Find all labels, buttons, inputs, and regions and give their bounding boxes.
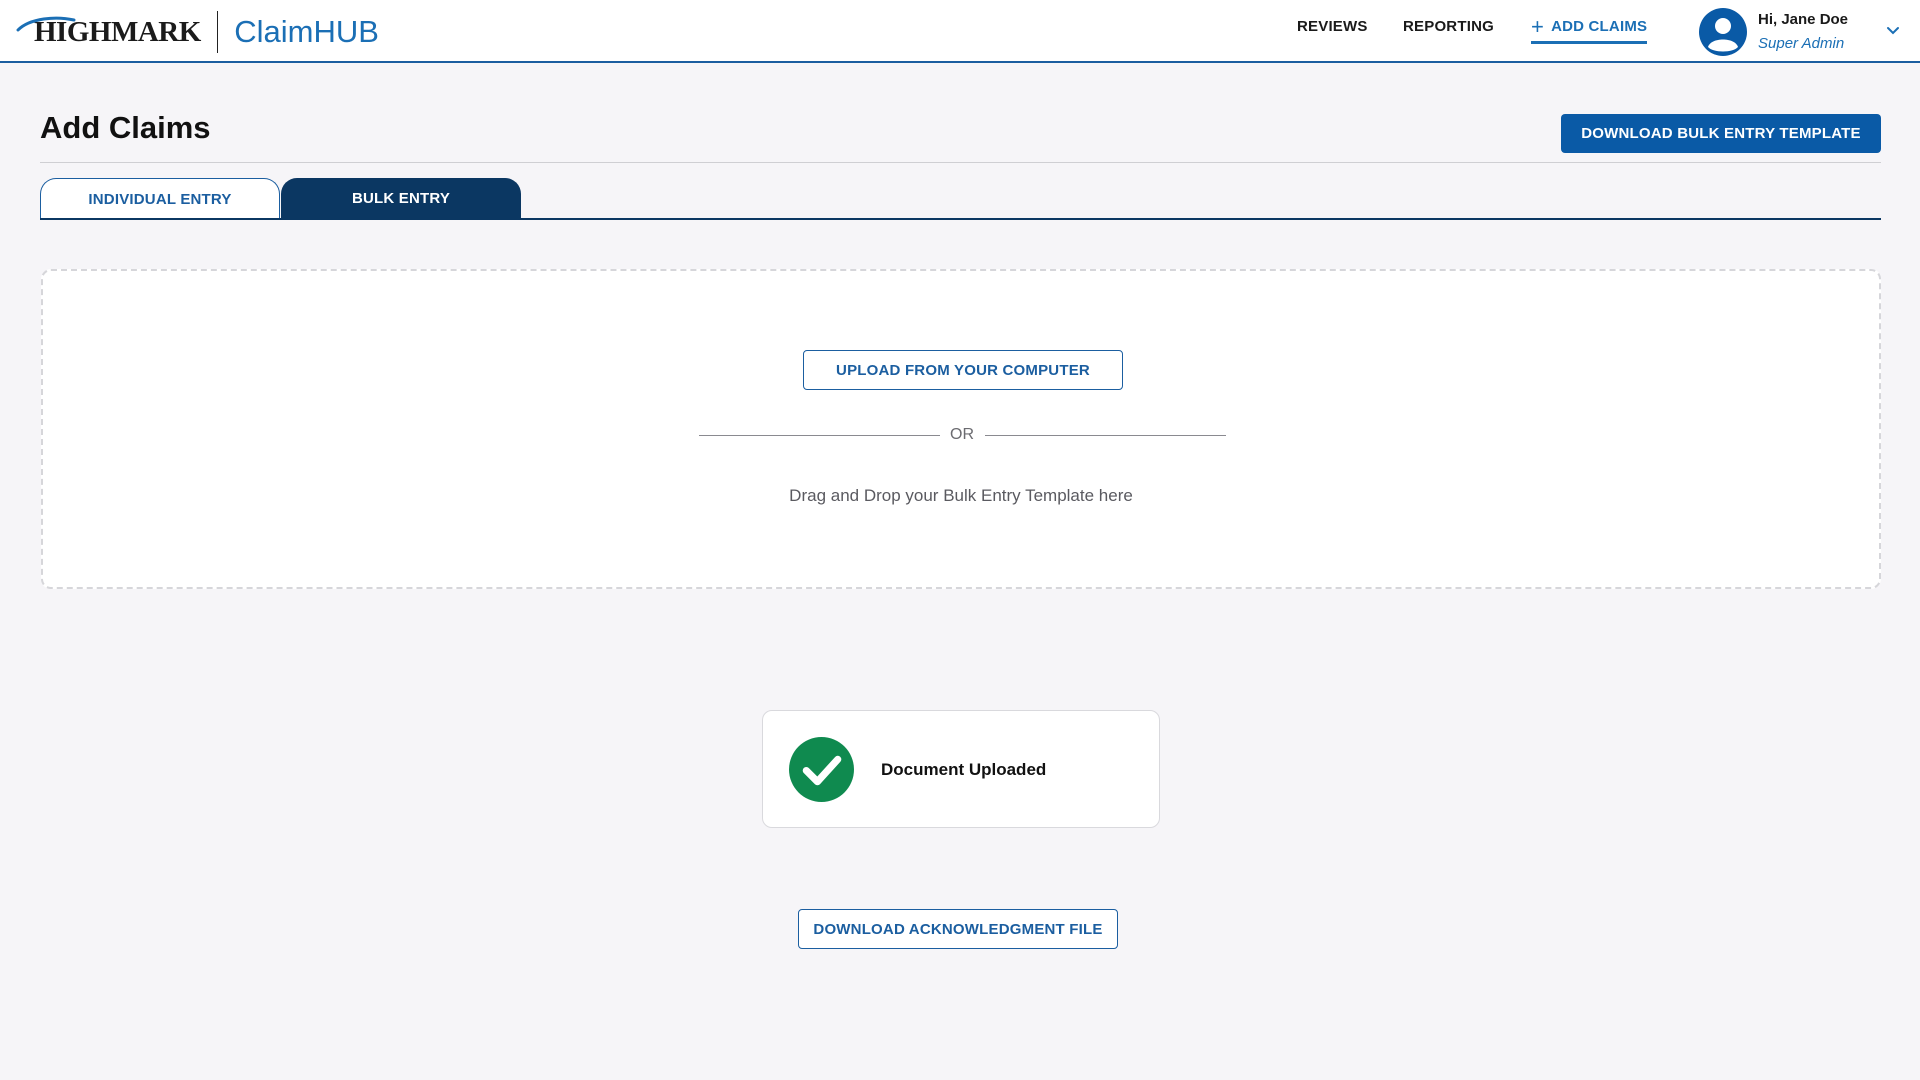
tab-bulk-entry[interactable]: BULK ENTRY [281,178,521,219]
highmark-swoosh-icon [16,16,76,32]
tab-underline [40,218,1881,220]
file-dropzone[interactable]: UPLOAD FROM YOUR COMPUTER OR Drag and Dr… [41,269,1881,589]
user-avatar-icon[interactable] [1699,8,1747,56]
user-role: Super Admin [1758,35,1845,52]
tab-individual-entry[interactable]: INDIVIDUAL ENTRY [40,178,280,219]
or-separator: OR [950,426,974,443]
tab-bulk-entry-label: BULK ENTRY [351,190,451,207]
nav-add-claims[interactable]: + ADD CLAIMS [1531,13,1648,44]
download-bulk-template-button[interactable]: DOWNLOAD BULK ENTRY TEMPLATE [1561,114,1881,153]
chevron-down-icon[interactable] [1886,26,1900,36]
brand-logo[interactable]: HIGHMARK ClaimHUB [16,10,379,54]
or-divider-left [699,435,940,436]
title-divider [40,162,1881,163]
page-title: Add Claims [40,110,211,145]
tab-individual-entry-label: INDIVIDUAL ENTRY [88,190,232,208]
logo-divider [216,11,219,53]
download-acknowledgment-button[interactable]: DOWNLOAD ACKNOWLEDGMENT FILE [798,909,1118,949]
upload-status-card: Document Uploaded [762,710,1160,828]
app-name: ClaimHUB [234,14,379,49]
upload-status-text: Document Uploaded [881,760,1047,779]
nav-reviews[interactable]: REVIEWS [1297,18,1368,35]
top-header: HIGHMARK ClaimHUB REVIEWS REPORTING + AD… [0,0,1920,63]
check-circle-icon [789,737,854,802]
drag-drop-hint: Drag and Drop your Bulk Entry Template h… [789,486,1133,505]
user-greeting: Hi, Jane Doe [1758,11,1849,28]
nav-reporting[interactable]: REPORTING [1403,18,1494,35]
plus-icon: + [1531,13,1545,39]
or-divider-right [985,435,1226,436]
nav-add-claims-label: ADD CLAIMS [1551,18,1648,35]
upload-from-computer-button[interactable]: UPLOAD FROM YOUR COMPUTER [803,350,1123,390]
